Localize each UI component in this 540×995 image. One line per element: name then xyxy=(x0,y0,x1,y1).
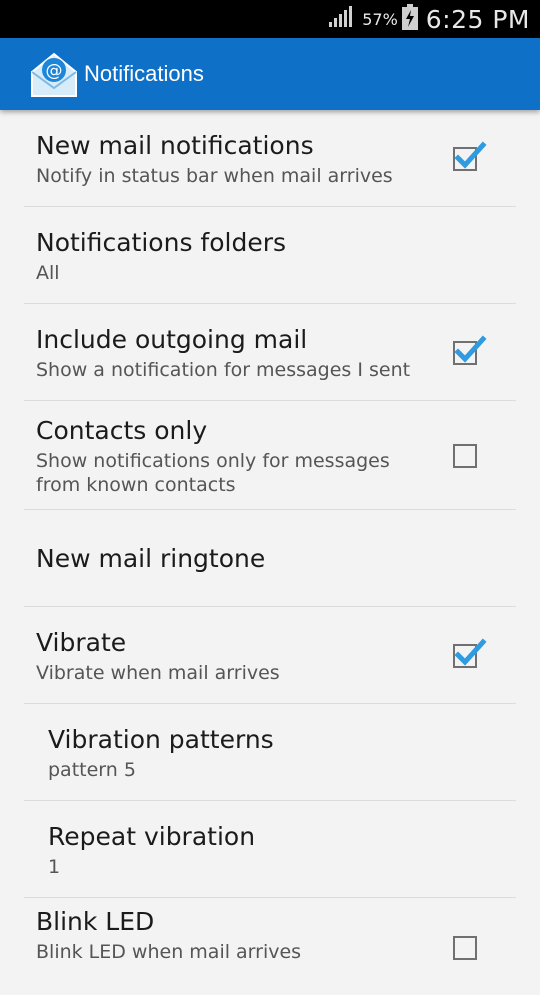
pref-summary: 1 xyxy=(48,855,61,878)
preferences-list: New mail notifications Notify in status … xyxy=(0,110,540,995)
svg-text:@: @ xyxy=(46,61,63,81)
pref-contacts-only[interactable]: Contacts only Show notifications only fo… xyxy=(0,401,540,510)
pref-summary-line: from known contacts xyxy=(36,473,236,496)
pref-summary: Notify in status bar when mail arrives xyxy=(36,164,393,187)
include-outgoing-mail-checkbox[interactable] xyxy=(453,334,487,365)
pref-new-mail-ringtone[interactable]: New mail ringtone xyxy=(0,510,540,607)
status-bar: 57% 6:25 PM xyxy=(0,0,540,38)
page-title: Notifications xyxy=(84,61,204,86)
battery-charging-icon xyxy=(401,4,418,34)
pref-new-mail-notifications[interactable]: New mail notifications Notify in status … xyxy=(0,110,540,207)
mail-app-icon[interactable]: @ xyxy=(30,48,78,100)
pref-title: Vibrate xyxy=(36,627,127,657)
pref-summary: Show a notification for messages I sent xyxy=(36,358,411,381)
contacts-only-checkbox[interactable] xyxy=(453,443,477,468)
pref-title: Blink LED xyxy=(36,907,155,936)
checkmark-icon xyxy=(454,637,487,666)
pref-include-outgoing-mail[interactable]: Include outgoing mail Show a notificatio… xyxy=(0,304,540,401)
new-mail-notifications-checkbox[interactable] xyxy=(453,140,487,171)
checkmark-icon xyxy=(454,140,487,169)
pref-blink-led[interactable]: Blink LED Blink LED when mail arrives xyxy=(0,898,540,995)
pref-title: New mail notifications xyxy=(36,130,314,160)
action-bar: @ Notifications xyxy=(0,38,540,110)
pref-notifications-folders[interactable]: Notifications folders All xyxy=(0,207,540,304)
pref-title: New mail ringtone xyxy=(36,543,266,573)
checkmark-icon xyxy=(454,334,487,363)
pref-title: Vibration patterns xyxy=(48,724,274,754)
pref-summary-line: Show notifications only for messages xyxy=(36,449,390,472)
pref-vibrate[interactable]: Vibrate Vibrate when mail arrives xyxy=(0,607,540,704)
pref-summary: Show notifications only for messages fro… xyxy=(36,449,430,497)
pref-title: Repeat vibration xyxy=(48,821,256,851)
pref-summary: Vibrate when mail arrives xyxy=(36,661,280,684)
pref-vibration-patterns[interactable]: Vibration patterns pattern 5 xyxy=(0,704,540,801)
battery-percent: 57% xyxy=(362,9,398,29)
blink-led-checkbox[interactable] xyxy=(453,936,477,960)
pref-summary: All xyxy=(36,261,60,284)
vibrate-checkbox[interactable] xyxy=(453,637,487,668)
pref-title: Contacts only xyxy=(36,415,208,445)
clock: 6:25 PM xyxy=(425,4,530,34)
pref-summary: pattern 5 xyxy=(48,758,136,781)
pref-title: Notifications folders xyxy=(36,227,287,257)
pref-title: Include outgoing mail xyxy=(36,324,308,354)
pref-summary: Blink LED when mail arrives xyxy=(36,941,302,963)
pref-repeat-vibration[interactable]: Repeat vibration 1 xyxy=(0,801,540,898)
signal-icon xyxy=(328,6,353,32)
